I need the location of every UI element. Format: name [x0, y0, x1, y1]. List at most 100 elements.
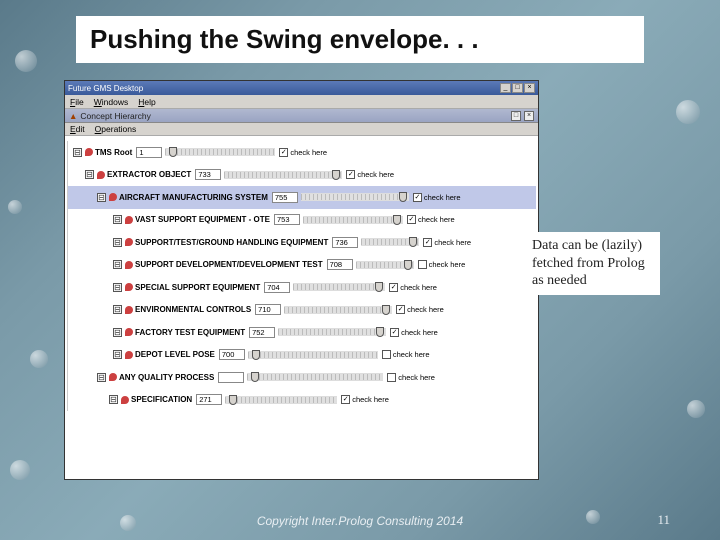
expand-toggle[interactable]: ⊟ — [113, 305, 122, 314]
checkbox-icon[interactable]: ✓ — [279, 148, 288, 157]
expand-toggle[interactable]: ⊟ — [113, 215, 122, 224]
check-here[interactable]: ✓check here — [346, 170, 394, 179]
menu-help[interactable]: Help — [138, 97, 155, 107]
check-here[interactable]: ✓check here — [413, 193, 461, 202]
slider-track[interactable] — [293, 283, 385, 291]
check-here[interactable]: check here — [387, 373, 435, 382]
slider-thumb[interactable] — [393, 215, 401, 225]
node-label[interactable]: TMS Root — [95, 148, 132, 157]
value-input[interactable] — [272, 192, 298, 203]
slider-track[interactable] — [225, 396, 337, 404]
checkbox-icon[interactable] — [382, 350, 391, 359]
checkbox-icon[interactable] — [418, 260, 427, 269]
slider-track[interactable] — [247, 373, 383, 381]
node-label[interactable]: VAST SUPPORT EQUIPMENT - OTE — [135, 215, 270, 224]
tree-indent — [67, 254, 113, 277]
slider-track[interactable] — [284, 306, 392, 314]
tree-row: ⊟ VAST SUPPORT EQUIPMENT - OTE ✓check here — [67, 209, 536, 232]
slider-track[interactable] — [301, 193, 409, 201]
checkbox-icon[interactable]: ✓ — [423, 238, 432, 247]
checkbox-icon[interactable]: ✓ — [396, 305, 405, 314]
check-here[interactable]: ✓check here — [341, 395, 389, 404]
menu-file[interactable]: File — [70, 97, 84, 107]
check-here[interactable]: check here — [382, 350, 430, 359]
checkbox-icon[interactable]: ✓ — [390, 328, 399, 337]
node-label[interactable]: SUPPORT DEVELOPMENT/DEVELOPMENT TEST — [135, 260, 323, 269]
node-label[interactable]: SUPPORT/TEST/GROUND HANDLING EQUIPMENT — [135, 238, 328, 247]
checkbox-icon[interactable]: ✓ — [389, 283, 398, 292]
expand-toggle[interactable]: ⊟ — [97, 373, 106, 382]
menu-operations[interactable]: Operations — [95, 124, 137, 134]
node-label[interactable]: ENVIRONMENTAL CONTROLS — [135, 305, 251, 314]
slider-track[interactable] — [278, 328, 386, 336]
maximize-button[interactable]: □ — [512, 83, 523, 93]
check-here[interactable]: ✓check here — [396, 305, 444, 314]
menu-windows[interactable]: Windows — [94, 97, 129, 107]
tree-row: ⊟ DEPOT LEVEL POSE check here — [67, 344, 536, 367]
slider-thumb[interactable] — [251, 372, 259, 382]
check-here[interactable]: ✓check here — [279, 148, 327, 157]
tree-row: ⊟ SPECIAL SUPPORT EQUIPMENT ✓check here — [67, 276, 536, 299]
key-icon — [97, 171, 105, 179]
checkbox-icon[interactable]: ✓ — [413, 193, 422, 202]
value-input[interactable] — [136, 147, 162, 158]
slider-track[interactable] — [361, 238, 419, 246]
panel-max-icon[interactable]: □ — [511, 111, 521, 121]
expand-toggle[interactable]: ⊟ — [113, 238, 122, 247]
node-label[interactable]: DEPOT LEVEL POSE — [135, 350, 215, 359]
close-button[interactable]: × — [524, 83, 535, 93]
node-label[interactable]: SPECIFICATION — [131, 395, 192, 404]
value-input[interactable] — [264, 282, 290, 293]
value-input[interactable] — [195, 169, 221, 180]
node-label[interactable]: EXTRACTOR OBJECT — [107, 170, 191, 179]
expand-toggle[interactable]: ⊟ — [113, 283, 122, 292]
slider-track[interactable] — [224, 171, 342, 179]
checkbox-label: check here — [352, 395, 389, 404]
value-input[interactable] — [332, 237, 358, 248]
value-input[interactable] — [249, 327, 275, 338]
check-here[interactable]: ✓check here — [423, 238, 471, 247]
checkbox-icon[interactable]: ✓ — [407, 215, 416, 224]
check-here[interactable]: ✓check here — [407, 215, 455, 224]
slider-thumb[interactable] — [375, 282, 383, 292]
check-here[interactable]: ✓check here — [390, 328, 438, 337]
value-input[interactable] — [196, 394, 222, 405]
slider-thumb[interactable] — [376, 327, 384, 337]
expand-toggle[interactable]: ⊟ — [85, 170, 94, 179]
value-input[interactable] — [218, 372, 244, 383]
node-label[interactable]: ANY QUALITY PROCESS — [119, 373, 214, 382]
expand-toggle[interactable]: ⊟ — [109, 395, 118, 404]
slider-thumb[interactable] — [399, 192, 407, 202]
expand-toggle[interactable]: ⊟ — [113, 350, 122, 359]
expand-toggle[interactable]: ⊟ — [73, 148, 82, 157]
slider-track[interactable] — [165, 148, 275, 156]
slider-track[interactable] — [248, 351, 378, 359]
slider-thumb[interactable] — [332, 170, 340, 180]
checkbox-icon[interactable]: ✓ — [341, 395, 350, 404]
checkbox-icon[interactable] — [387, 373, 396, 382]
slider-track[interactable] — [356, 261, 414, 269]
checkbox-icon[interactable]: ✓ — [346, 170, 355, 179]
check-here[interactable]: check here — [418, 260, 466, 269]
slider-thumb[interactable] — [229, 395, 237, 405]
minimize-button[interactable]: _ — [500, 83, 511, 93]
slider-thumb[interactable] — [169, 147, 177, 157]
node-label[interactable]: SPECIAL SUPPORT EQUIPMENT — [135, 283, 260, 292]
expand-toggle[interactable]: ⊟ — [113, 328, 122, 337]
menu-edit[interactable]: Edit — [70, 124, 85, 134]
slider-thumb[interactable] — [252, 350, 260, 360]
slider-thumb[interactable] — [409, 237, 417, 247]
value-input[interactable] — [274, 214, 300, 225]
slider-track[interactable] — [303, 216, 403, 224]
check-here[interactable]: ✓check here — [389, 283, 437, 292]
expand-toggle[interactable]: ⊟ — [113, 260, 122, 269]
slider-thumb[interactable] — [382, 305, 390, 315]
slider-thumb[interactable] — [404, 260, 412, 270]
expand-toggle[interactable]: ⊟ — [97, 193, 106, 202]
panel-close-icon[interactable]: × — [524, 111, 534, 121]
node-label[interactable]: FACTORY TEST EQUIPMENT — [135, 328, 245, 337]
value-input[interactable] — [255, 304, 281, 315]
node-label[interactable]: AIRCRAFT MANUFACTURING SYSTEM — [119, 193, 268, 202]
value-input[interactable] — [219, 349, 245, 360]
value-input[interactable] — [327, 259, 353, 270]
